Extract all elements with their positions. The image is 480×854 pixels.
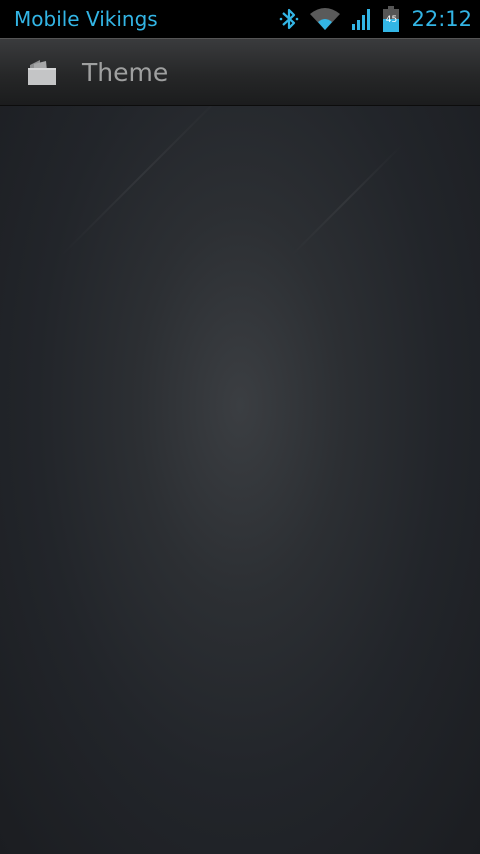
theme-icon[interactable]	[26, 59, 58, 87]
battery-icon: 45	[383, 6, 400, 32]
status-bar: Mobile Vikings 45 22:12	[0, 0, 480, 38]
bluetooth-icon	[279, 6, 299, 32]
battery-level: 45	[385, 15, 398, 25]
clock: 22:12	[411, 7, 472, 31]
signal-icon	[351, 6, 373, 32]
status-icons: 45 22:12	[269, 0, 472, 38]
page-title: Theme	[82, 58, 169, 87]
content-area	[0, 106, 480, 854]
action-bar: Theme	[0, 38, 480, 106]
carrier-name: Mobile Vikings	[14, 7, 158, 31]
screen: Mobile Vikings 45 22:12 Theme	[0, 0, 480, 854]
light-streak	[59, 106, 224, 258]
wifi-icon	[309, 6, 341, 32]
light-streak	[289, 143, 404, 258]
